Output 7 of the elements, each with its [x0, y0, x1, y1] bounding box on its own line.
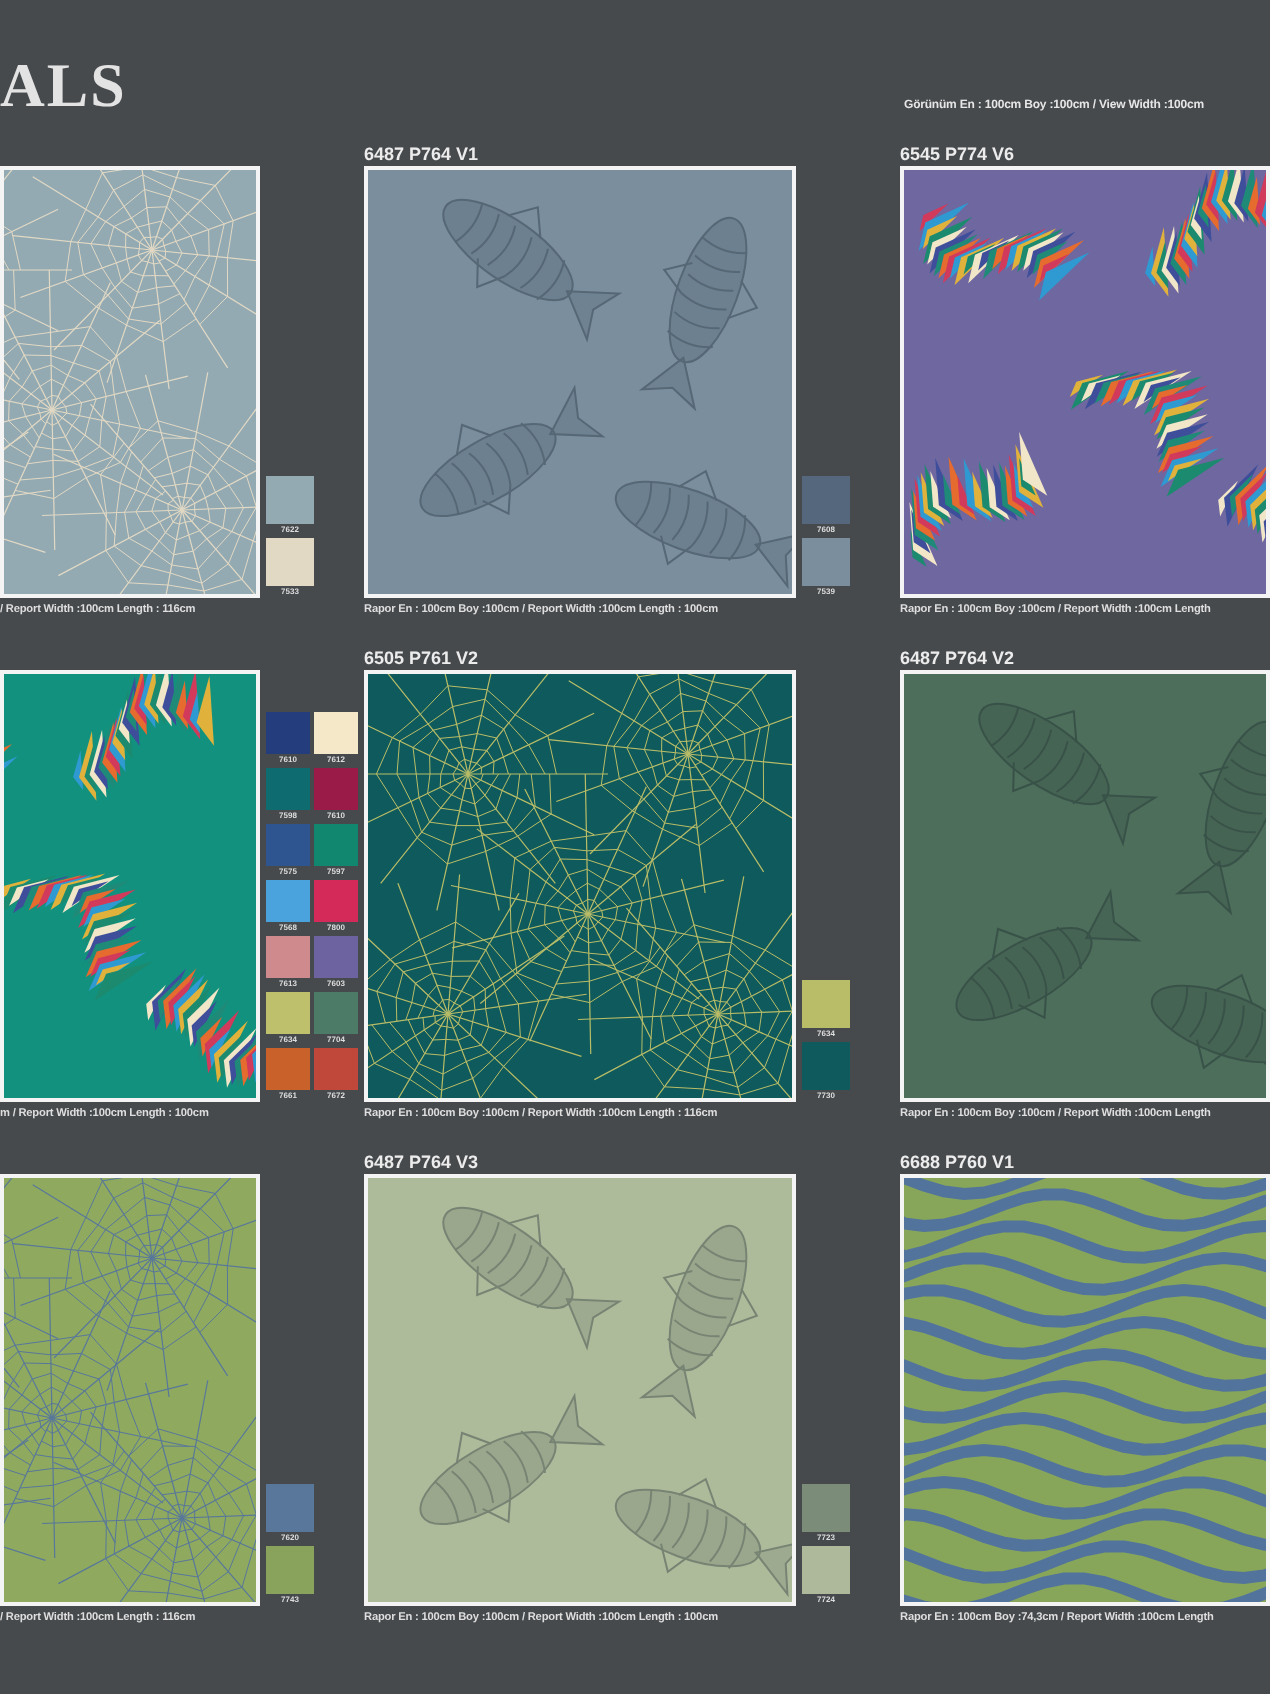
product-code: 6688 P760 V1: [900, 1150, 1015, 1174]
page-title: ALS: [0, 54, 127, 116]
product-code: 6487 P764 V3: [364, 1150, 479, 1174]
product-code: 6487 P764 V1: [364, 142, 479, 166]
product-code: 6545 P774 V6: [900, 142, 1015, 166]
product-code: 6505 P761 V2: [364, 646, 479, 670]
product-code: 6487 P764 V2: [900, 646, 1015, 670]
